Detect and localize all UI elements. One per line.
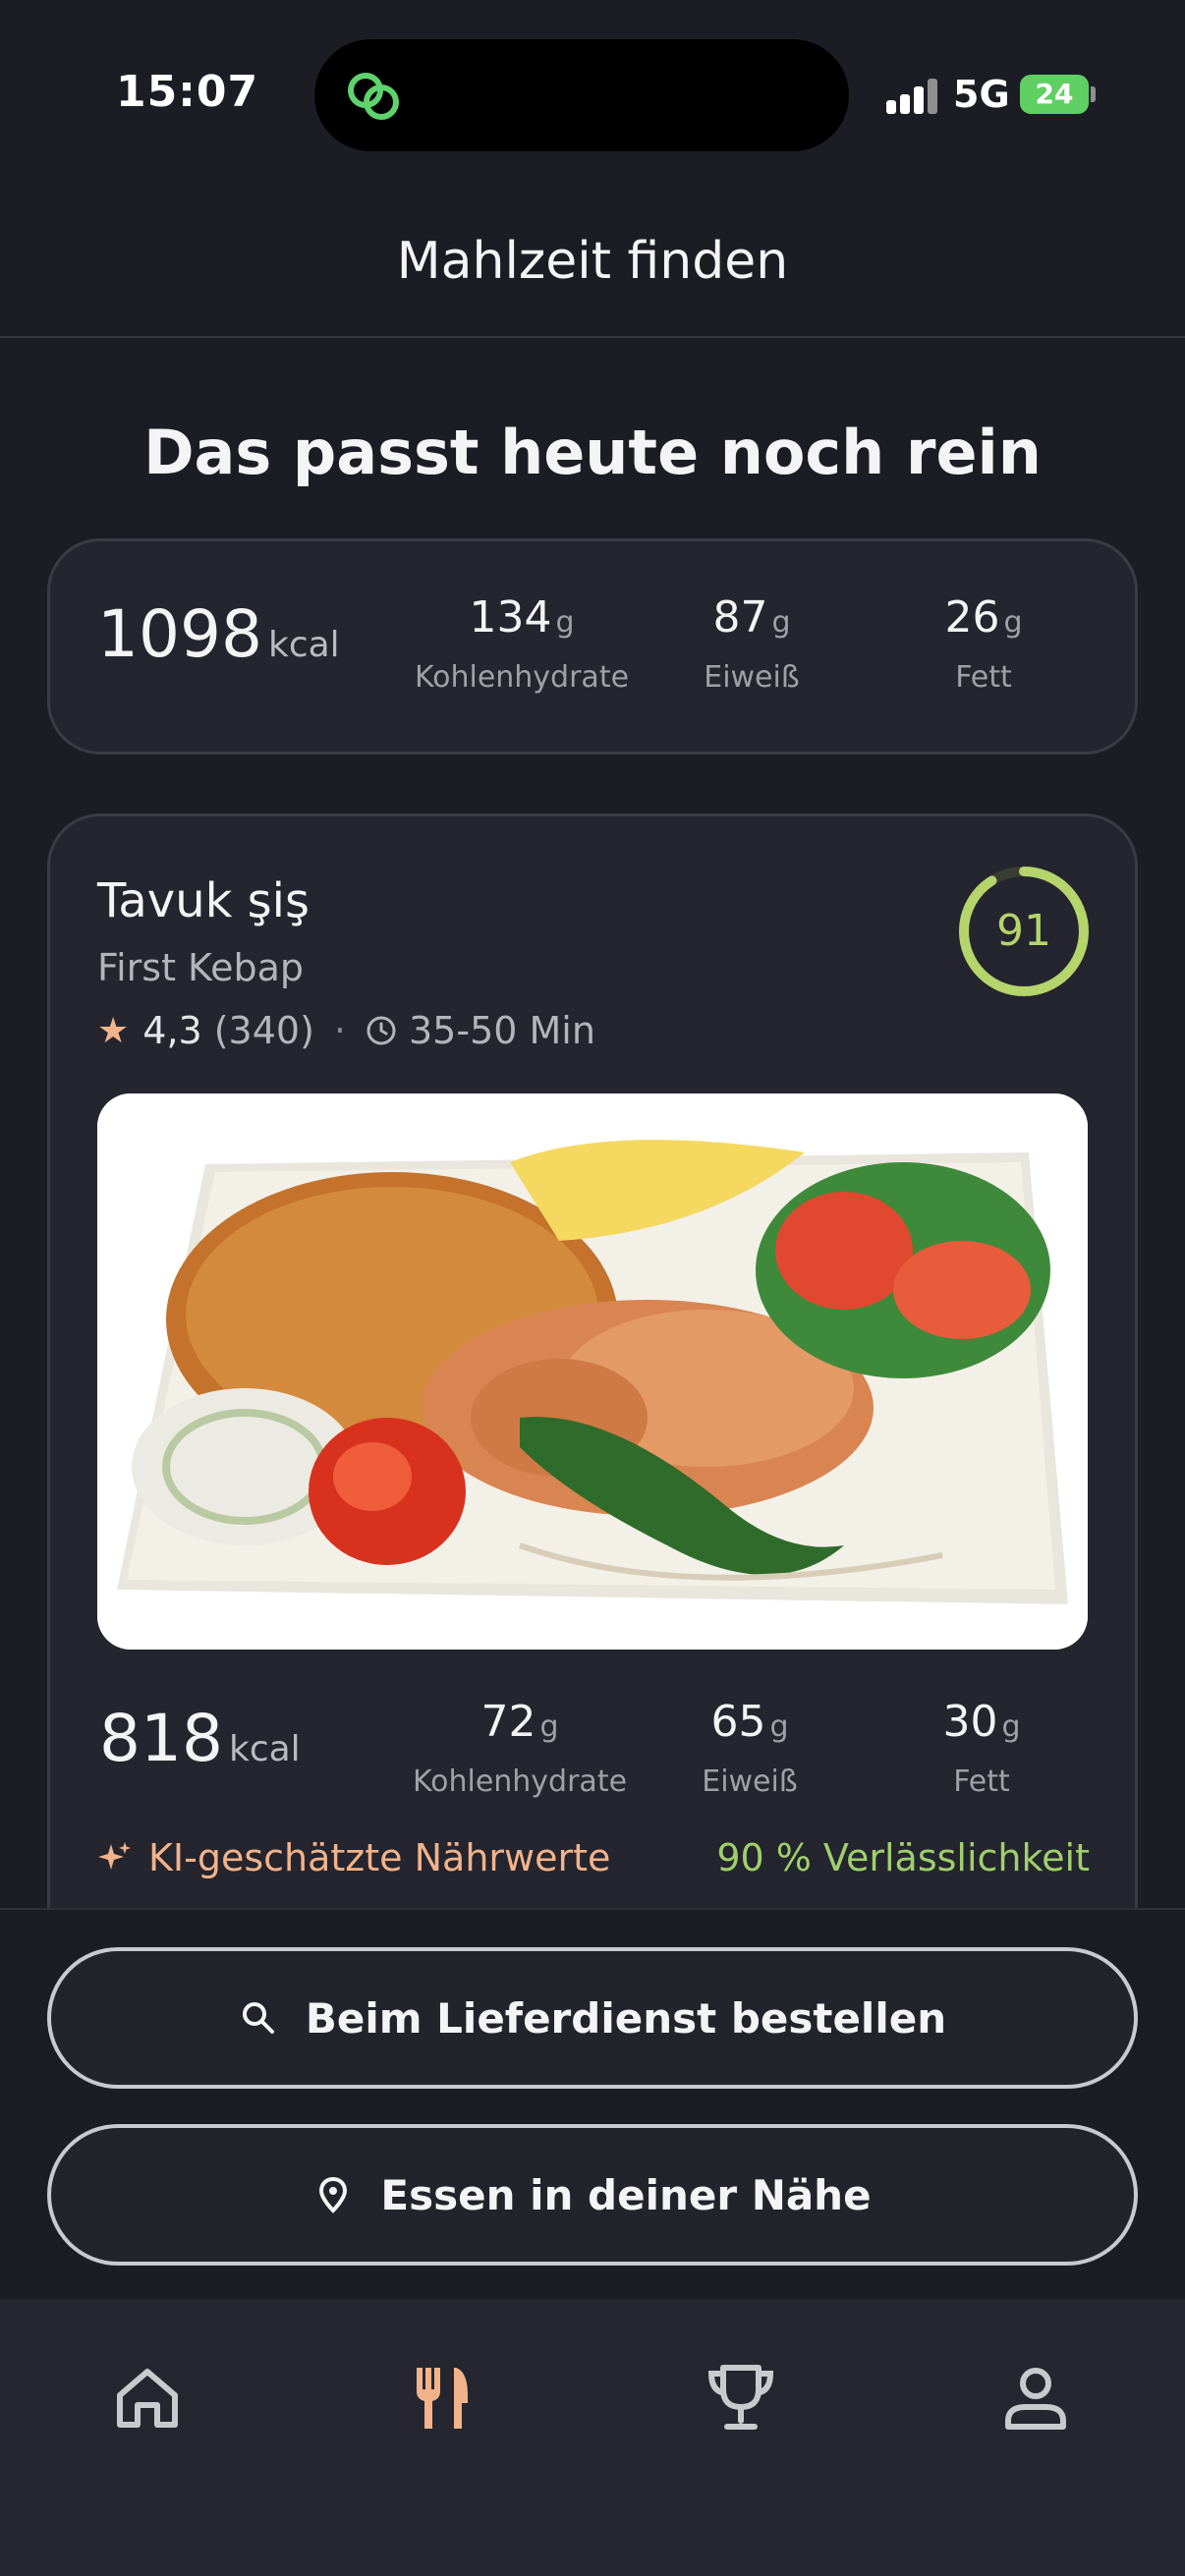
macro-value: 65	[710, 1697, 766, 1747]
profile-icon	[1005, 2368, 1066, 2430]
delivery-time: 35-50 Min	[409, 1009, 595, 1052]
tab-meals[interactable]	[403, 2356, 485, 2438]
network-label: 5G	[953, 73, 1010, 116]
macro-value: 87	[712, 592, 768, 643]
tab-profile[interactable]	[994, 2356, 1077, 2438]
signal-icon	[886, 79, 939, 114]
tab-bar	[0, 2299, 1185, 2576]
macro-value: 30	[942, 1697, 998, 1747]
order-delivery-button[interactable]: Beim Lieferdienst bestellen	[47, 1947, 1138, 2089]
ai-estimate-text: KI-geschätzte Nährwerte	[148, 1836, 611, 1879]
meal-macro-carbs: 72 g Kohlenhydrate	[392, 1697, 648, 1799]
macro-unit: g	[1001, 1709, 1021, 1744]
macro-value: 134	[469, 592, 552, 643]
meal-image	[97, 1093, 1088, 1650]
macro-unit: g	[539, 1709, 559, 1744]
ai-estimate-label: KI-geschätzte Nährwerte	[97, 1836, 610, 1879]
meal-name: Tavuk şiş	[97, 873, 310, 928]
remaining-nutrients-card: 1098 kcal 134 g Kohlenhydrate 87 g Eiweiß 2…	[47, 538, 1138, 755]
meal-kcal-value: 818	[99, 1701, 223, 1776]
meal-card[interactable]: Tavuk şiş First Kebap ★ 4,3 (340) · 35-5…	[47, 813, 1138, 1992]
macro-label: Kohlenhydrate	[414, 660, 630, 695]
macro-value: 72	[480, 1697, 536, 1747]
remaining-kcal: 1098 kcal	[97, 596, 340, 672]
remaining-kcal-unit: kcal	[267, 625, 340, 665]
sparkle-icon	[98, 1842, 131, 1870]
search-icon	[242, 2002, 274, 2034]
meal-macro-fat: 30 g Fett	[854, 1697, 1109, 1799]
food-nearby-label: Essen in deiner Nähe	[380, 2170, 872, 2219]
review-count: (340)	[213, 1009, 314, 1052]
macro-unit: g	[769, 1709, 789, 1744]
star-icon: ★	[97, 1010, 130, 1051]
link-app-icon	[348, 73, 399, 120]
meta-separator: ·	[333, 1009, 346, 1052]
macro-label: Eiweiß	[702, 1764, 798, 1799]
meal-kcal: 818 kcal	[99, 1701, 301, 1776]
page-title: Mahlzeit finden	[396, 232, 789, 291]
order-delivery-label: Beim Lieferdienst bestellen	[305, 1993, 947, 2043]
remaining-title: Das passt heute noch rein	[143, 417, 1042, 488]
macro-label: Kohlenhydrate	[412, 1764, 628, 1799]
macro-label: Fett	[953, 1764, 1010, 1799]
status-time: 15:07	[116, 67, 259, 117]
header-divider	[0, 336, 1185, 338]
action-panel: Beim Lieferdienst bestellen Essen in dei…	[0, 1908, 1185, 2301]
battery-icon: 24	[1020, 75, 1089, 114]
rating-value: 4,3	[142, 1009, 202, 1052]
home-icon	[117, 2369, 178, 2428]
tab-home[interactable]	[106, 2356, 189, 2438]
remaining-macro-carbs: 134 g Kohlenhydrate	[394, 592, 649, 695]
fork-knife-icon	[417, 2368, 468, 2429]
meal-photo-illustration	[97, 1093, 1088, 1650]
macro-unit: g	[771, 605, 791, 640]
location-pin-icon	[319, 2176, 348, 2213]
remaining-kcal-value: 1098	[97, 596, 262, 672]
macro-value: 26	[944, 592, 1000, 643]
meal-kcal-unit: kcal	[228, 1729, 301, 1769]
macro-label: Fett	[955, 660, 1012, 695]
meal-macro-protein: 65 g Eiweiß	[622, 1697, 877, 1799]
dynamic-island	[314, 39, 849, 151]
ai-estimate-row: KI-geschätzte Nährwerte 90 % Verlässlich…	[97, 1836, 1090, 1879]
health-score: 91	[956, 864, 1092, 999]
status-bar: 15:07 5G 24	[0, 0, 1185, 177]
macro-unit: g	[555, 605, 575, 640]
restaurant-name: First Kebap	[97, 946, 304, 989]
tab-achievements[interactable]	[700, 2356, 782, 2438]
trophy-icon	[707, 2365, 774, 2430]
macro-unit: g	[1003, 605, 1023, 640]
score-value: 91	[996, 906, 1051, 956]
remaining-macro-protein: 87 g Eiweiß	[624, 592, 879, 695]
meal-meta: ★ 4,3 (340) · 35-50 Min	[97, 1009, 595, 1052]
food-nearby-button[interactable]: Essen in deiner Nähe	[47, 2124, 1138, 2266]
battery-tip	[1091, 86, 1096, 102]
clock-icon	[367, 1016, 396, 1045]
macro-label: Eiweiß	[704, 660, 800, 695]
reliability-text: 90 % Verlässlichkeit	[716, 1836, 1090, 1879]
remaining-macro-fat: 26 g Fett	[856, 592, 1111, 695]
